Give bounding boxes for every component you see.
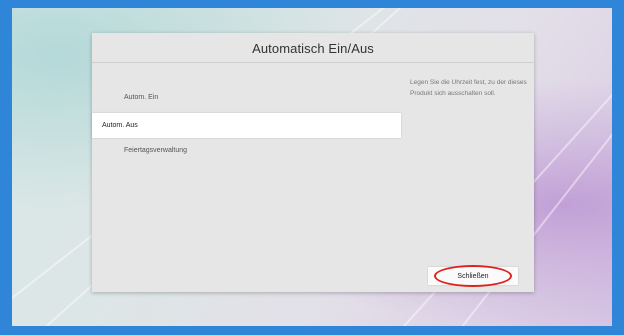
tv-screen: Automatisch Ein/Aus Autom. Ein Autom. Au…: [12, 8, 612, 326]
title-divider: [92, 62, 534, 63]
menu-item-autom-aus[interactable]: Autom. Aus: [92, 113, 401, 138]
menu-item-feiertagsverwaltung[interactable]: Feiertagsverwaltung: [92, 138, 401, 163]
menu-item-autom-ein[interactable]: Autom. Ein: [92, 85, 401, 110]
close-button[interactable]: Schließen: [428, 267, 518, 285]
dialog-title: Automatisch Ein/Aus: [252, 41, 374, 56]
screen-frame: Automatisch Ein/Aus Autom. Ein Autom. Au…: [0, 0, 624, 335]
help-text: Legen Sie die Uhrzeit fest, zu der diese…: [410, 79, 527, 97]
auto-power-dialog: Automatisch Ein/Aus Autom. Ein Autom. Au…: [92, 33, 534, 292]
